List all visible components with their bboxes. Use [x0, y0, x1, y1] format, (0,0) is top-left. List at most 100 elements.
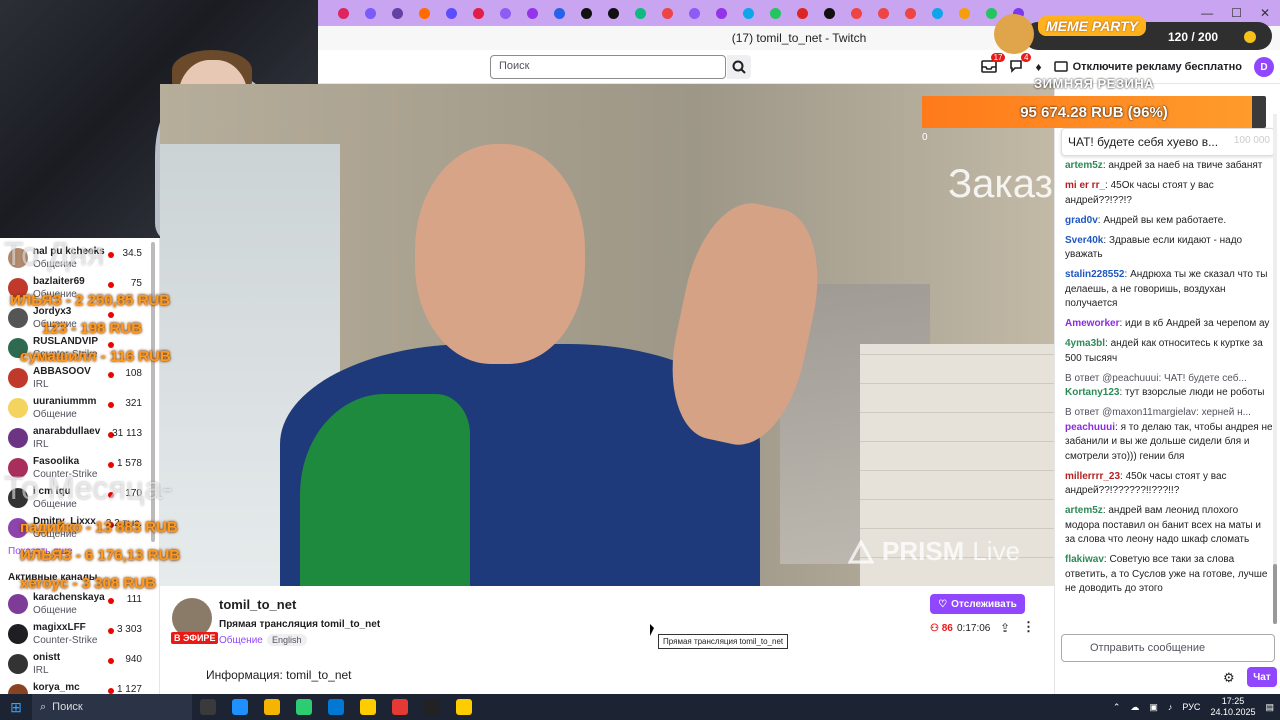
- chat-username[interactable]: Kortany123: [1065, 387, 1119, 398]
- taskbar-app[interactable]: [384, 694, 416, 720]
- chat-reply-context: В ответ @maxon11margielav: херней н...: [1065, 407, 1251, 418]
- chat-username[interactable]: 4yma3bl: [1065, 338, 1105, 349]
- share-icon[interactable]: ⇪: [1000, 621, 1010, 635]
- chat-message[interactable]: flakiwav: Советую все таки за слова отве…: [1065, 553, 1273, 597]
- chat-scroll-thumb[interactable]: [1273, 564, 1277, 624]
- browser-tab[interactable]: [766, 4, 784, 22]
- chat-username[interactable]: Sver40k: [1065, 235, 1103, 246]
- crown-icon[interactable]: ♦: [1035, 60, 1041, 74]
- pinned-message[interactable]: ЧАТ! будете себя хуево в... 100 000: [1061, 128, 1275, 156]
- chat-message[interactable]: grad0v: Андрей вы кем работаете.: [1065, 214, 1273, 229]
- chat-message[interactable]: Ameworker: иди в кб Андрей за черепом ау: [1065, 317, 1273, 332]
- user-avatar[interactable]: D: [1254, 57, 1274, 77]
- browser-tab[interactable]: [415, 4, 433, 22]
- chat-username[interactable]: grad0v: [1065, 215, 1098, 226]
- browser-tab[interactable]: [361, 4, 379, 22]
- taskbar-app[interactable]: [224, 694, 256, 720]
- chat-username[interactable]: artem5z: [1065, 505, 1103, 516]
- browser-tab[interactable]: [658, 4, 676, 22]
- sidebar-channel[interactable]: karachenskaya Общение 111: [0, 590, 159, 620]
- browser-tab[interactable]: [901, 4, 919, 22]
- video-player[interactable]: 0 Заказ PRISM Live: [160, 84, 1054, 586]
- system-tray: ⌃ ☁ ▣ ♪ РУС 17:25 24.10.2025 ▤: [1113, 694, 1274, 720]
- follow-button[interactable]: ♡ Отслеживать: [930, 594, 1025, 614]
- network-icon[interactable]: ▣: [1149, 702, 1158, 713]
- browser-tab[interactable]: [577, 4, 595, 22]
- taskbar-app[interactable]: [288, 694, 320, 720]
- chat-message[interactable]: Sver40k: Здравые если кидают - надо уваж…: [1065, 234, 1273, 263]
- browser-tab[interactable]: [388, 4, 406, 22]
- channel-name[interactable]: tomil_to_net: [219, 597, 296, 612]
- browser-tab[interactable]: [874, 4, 892, 22]
- search-input[interactable]: Поиск: [490, 55, 726, 79]
- browser-tab[interactable]: [469, 4, 487, 22]
- chat-username[interactable]: peachuuui: [1065, 422, 1115, 433]
- chat-message[interactable]: В ответ @peachuuui: ЧАТ! будете себ... Ko…: [1065, 372, 1273, 401]
- taskbar-app[interactable]: [352, 694, 384, 720]
- chat-username[interactable]: mi er rr_: [1065, 180, 1105, 191]
- chat-scrollbar[interactable]: [1273, 114, 1277, 624]
- channel-name: uuraniummm: [33, 396, 97, 407]
- browser-tab[interactable]: [712, 4, 730, 22]
- cloud-icon[interactable]: ☁: [1130, 702, 1139, 713]
- sidebar-channel[interactable]: uuraniummm Общение 321: [0, 394, 159, 424]
- taskbar-app[interactable]: [256, 694, 288, 720]
- chat-username[interactable]: Ameworker: [1065, 318, 1119, 329]
- browser-tab[interactable]: [793, 4, 811, 22]
- meme-party-widget[interactable]: MEME PARTY 120 / 200: [994, 14, 1272, 54]
- chat-message[interactable]: mi er rr_: 45Ок часы стоят у вас андрей?…: [1065, 179, 1273, 208]
- chat-message[interactable]: artem5z: андрей за наеб на твиче забанят: [1065, 159, 1273, 174]
- browser-tab[interactable]: [496, 4, 514, 22]
- search-button[interactable]: [727, 55, 751, 79]
- chat-username[interactable]: artem5z: [1065, 160, 1103, 171]
- notification-center-icon[interactable]: ▤: [1265, 702, 1274, 713]
- browser-tab[interactable]: [442, 4, 460, 22]
- sidebar-channel[interactable]: korya_mc 1 127: [0, 680, 159, 694]
- notifications-button[interactable]: 17: [981, 52, 1006, 76]
- taskbar-search[interactable]: ⌕ Поиск: [32, 694, 192, 720]
- sidebar-channel[interactable]: onistt IRL 940: [0, 650, 159, 680]
- gear-icon[interactable]: ⚙: [1223, 670, 1235, 686]
- volume-icon[interactable]: ♪: [1168, 702, 1173, 712]
- chat-username[interactable]: flakiwav: [1065, 554, 1104, 565]
- taskbar-app[interactable]: [448, 694, 480, 720]
- browser-tab[interactable]: [523, 4, 541, 22]
- chat-message[interactable]: stalin228552: Андрюха ты же сказал что т…: [1065, 268, 1273, 312]
- live-dot-icon: [108, 282, 114, 288]
- browser-tab[interactable]: [820, 4, 838, 22]
- chat-message[interactable]: artem5z: андрей вам леонид плохого модор…: [1065, 504, 1273, 548]
- browser-tab[interactable]: [739, 4, 757, 22]
- whispers-button[interactable]: 4: [1009, 52, 1032, 76]
- ad-free-button[interactable]: Отключите рекламу бесплатно: [1053, 61, 1242, 73]
- language-indicator[interactable]: РУС: [1182, 702, 1200, 712]
- chat-send-button[interactable]: Чат: [1247, 667, 1277, 687]
- chevron-up-icon[interactable]: ⌃: [1113, 702, 1121, 713]
- browser-tab[interactable]: [334, 4, 352, 22]
- taskbar-app[interactable]: [416, 694, 448, 720]
- sidebar-channel[interactable]: ABBASOOV IRL 108: [0, 364, 159, 394]
- chat-username[interactable]: stalin228552: [1065, 269, 1125, 280]
- chat-message[interactable]: millerrrr_23: 450к часы стоят у вас андр…: [1065, 470, 1273, 499]
- windows-start-icon[interactable]: ⊞: [0, 694, 32, 720]
- chat-message[interactable]: В ответ @maxon11margielav: херней н... pe…: [1065, 406, 1273, 464]
- browser-tab[interactable]: [685, 4, 703, 22]
- stream-category[interactable]: Общение: [219, 635, 263, 646]
- doge-icon: [994, 14, 1034, 54]
- browser-tab[interactable]: [604, 4, 622, 22]
- sidebar-channel[interactable]: magixxLFF Counter-Strike 3 303: [0, 620, 159, 650]
- more-options-icon[interactable]: ⋮: [1022, 619, 1035, 635]
- clock[interactable]: 17:25 24.10.2025: [1210, 696, 1255, 718]
- chat-username[interactable]: millerrrr_23: [1065, 471, 1120, 482]
- browser-tab[interactable]: [955, 4, 973, 22]
- browser-tab[interactable]: [847, 4, 865, 22]
- taskbar-app[interactable]: [192, 694, 224, 720]
- browser-tab[interactable]: [631, 4, 649, 22]
- chat-input[interactable]: Отправить сообщение: [1061, 634, 1275, 662]
- browser-tab[interactable]: [928, 4, 946, 22]
- search-icon: [732, 60, 746, 74]
- language-tag[interactable]: English: [267, 634, 307, 646]
- chat-message[interactable]: 4yma3bl: андей как относитесь к куртке з…: [1065, 337, 1273, 366]
- taskbar-app[interactable]: [320, 694, 352, 720]
- browser-tab[interactable]: [550, 4, 568, 22]
- sidebar-channel[interactable]: anarabdullaev IRL 31 113: [0, 424, 159, 454]
